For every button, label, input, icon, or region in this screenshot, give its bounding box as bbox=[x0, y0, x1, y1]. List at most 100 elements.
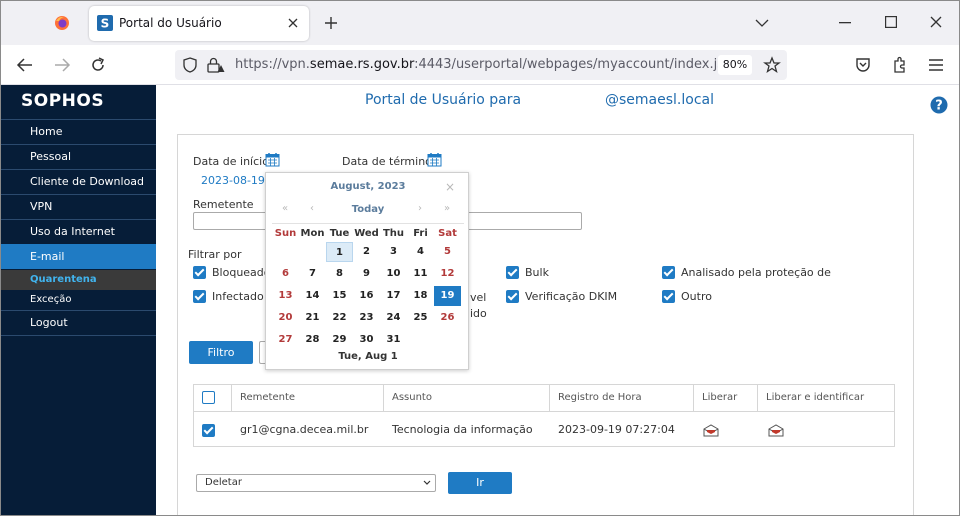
action-select[interactable]: Deletar bbox=[196, 474, 436, 492]
sidebar-subitem-excecao[interactable]: Exceção bbox=[1, 290, 156, 310]
url-prefix: https://vpn. bbox=[235, 57, 310, 72]
calendar-day[interactable]: 14 bbox=[299, 286, 326, 306]
calendar-close-icon[interactable]: × bbox=[445, 180, 455, 194]
forward-arrow-icon[interactable] bbox=[54, 58, 71, 72]
row-sender: gr1@cgna.decea.mil.br bbox=[240, 423, 369, 436]
calendar-day[interactable]: 7 bbox=[299, 264, 326, 284]
calendar-day[interactable]: 13 bbox=[272, 286, 299, 306]
filter-bulk[interactable]: Bulk bbox=[506, 266, 549, 279]
next-year-icon[interactable]: » bbox=[444, 203, 450, 214]
go-button[interactable]: Ir bbox=[448, 472, 512, 494]
release-identify-mail-icon[interactable] bbox=[768, 424, 784, 437]
end-date-calendar-icon[interactable] bbox=[427, 152, 442, 167]
sidebar-item-cliente-download[interactable]: Cliente de Download bbox=[1, 169, 156, 194]
checkbox-infectado[interactable] bbox=[193, 290, 206, 303]
calendar-day[interactable]: 12 bbox=[434, 264, 461, 284]
calendar-day[interactable]: 16 bbox=[353, 286, 380, 306]
lock-warning-icon[interactable] bbox=[207, 57, 225, 73]
shield-icon[interactable] bbox=[183, 57, 197, 73]
help-icon[interactable]: ? bbox=[930, 96, 948, 114]
sidebar-item-pessoal[interactable]: Pessoal bbox=[1, 144, 156, 169]
column-assunto[interactable]: Assunto bbox=[384, 385, 550, 412]
checkbox-dkim[interactable] bbox=[506, 290, 519, 303]
calendar-day[interactable]: 23 bbox=[353, 308, 380, 328]
calendar-day[interactable]: 17 bbox=[380, 286, 407, 306]
reload-icon[interactable] bbox=[90, 57, 106, 73]
filter-button[interactable]: Filtro bbox=[189, 341, 253, 364]
zoom-level[interactable]: 80% bbox=[718, 55, 752, 75]
calendar-day[interactable]: 9 bbox=[353, 264, 380, 284]
url-bar[interactable]: https://vpn.semae.rs.gov.br:4443/userpor… bbox=[175, 50, 787, 80]
calendar-day[interactable]: 19 bbox=[434, 286, 461, 306]
tab-list-chevron-icon[interactable] bbox=[755, 18, 769, 28]
action-select-value: Deletar bbox=[205, 477, 242, 488]
filter-outro[interactable]: Outro bbox=[662, 290, 712, 303]
checkbox-bloqueado[interactable] bbox=[193, 266, 206, 279]
bookmark-star-icon[interactable] bbox=[763, 56, 781, 74]
calendar-day[interactable]: 4 bbox=[407, 242, 434, 262]
close-window-icon[interactable] bbox=[930, 16, 942, 28]
hidden-filter-text-1: vel bbox=[470, 291, 487, 304]
checkbox-bulk[interactable] bbox=[506, 266, 519, 279]
start-date-label: Data de início: bbox=[193, 155, 273, 168]
sidebar-divider bbox=[1, 335, 156, 336]
next-month-icon[interactable]: › bbox=[418, 203, 422, 214]
start-date-value[interactable]: 2023-08-19 bbox=[201, 174, 265, 187]
select-all-checkbox[interactable] bbox=[202, 391, 215, 404]
filter-bloqueado[interactable]: Bloqueado bbox=[193, 266, 271, 279]
firefox-icon[interactable] bbox=[54, 15, 70, 31]
calendar-day[interactable]: 5 bbox=[434, 242, 461, 262]
column-remetente[interactable]: Remetente bbox=[232, 385, 384, 412]
menu-hamburger-icon[interactable] bbox=[929, 59, 943, 71]
calendar-day[interactable]: 11 bbox=[407, 264, 434, 284]
calendar-day[interactable]: 1 bbox=[326, 242, 353, 262]
sophos-logo: SOPHOS bbox=[21, 91, 105, 111]
calendar-day[interactable]: 8 bbox=[326, 264, 353, 284]
sidebar-item-vpn[interactable]: VPN bbox=[1, 194, 156, 219]
sidebar-item-home[interactable]: Home bbox=[1, 119, 156, 144]
calendar-day[interactable]: 15 bbox=[326, 286, 353, 306]
back-arrow-icon[interactable] bbox=[16, 58, 33, 72]
calendar-day[interactable]: 22 bbox=[326, 308, 353, 328]
calendar-day[interactable]: 30 bbox=[353, 330, 380, 350]
weekday-tue: Tue bbox=[329, 228, 350, 239]
calendar-day[interactable]: 3 bbox=[380, 242, 407, 262]
url-text[interactable]: https://vpn.semae.rs.gov.br:4443/userpor… bbox=[235, 57, 743, 72]
row-checkbox[interactable] bbox=[202, 423, 215, 437]
calendar-day[interactable]: 28 bbox=[299, 330, 326, 350]
calendar-day[interactable]: 26 bbox=[434, 308, 461, 328]
filter-analisado[interactable]: Analisado pela proteção de bbox=[662, 266, 831, 279]
calendar-day[interactable]: 25 bbox=[407, 308, 434, 328]
calendar-today-button[interactable]: Today bbox=[266, 204, 470, 215]
checkbox-analisado[interactable] bbox=[662, 266, 675, 279]
sidebar-subitem-quarentena[interactable]: Quarentena bbox=[1, 270, 156, 290]
release-mail-icon[interactable] bbox=[703, 424, 719, 437]
minimize-icon[interactable] bbox=[839, 22, 851, 24]
extensions-puzzle-icon[interactable] bbox=[892, 56, 908, 74]
sidebar-item-uso-internet[interactable]: Uso da Internet bbox=[1, 219, 156, 244]
maximize-icon[interactable] bbox=[885, 16, 898, 29]
calendar-day[interactable]: 18 bbox=[407, 286, 434, 306]
column-liberar-identificar: Liberar e identificar bbox=[766, 392, 865, 403]
sidebar-item-email[interactable]: E-mail bbox=[1, 244, 156, 269]
pocket-icon[interactable] bbox=[855, 57, 871, 73]
calendar-day[interactable]: 27 bbox=[272, 330, 299, 350]
calendar-day[interactable]: 2 bbox=[353, 242, 380, 262]
calendar-day[interactable]: 29 bbox=[326, 330, 353, 350]
column-registro-hora[interactable]: Registro de Hora bbox=[550, 385, 694, 412]
calendar-day[interactable]: 20 bbox=[272, 308, 299, 328]
calendar-day[interactable]: 21 bbox=[299, 308, 326, 328]
calendar-day[interactable]: 10 bbox=[380, 264, 407, 284]
new-tab-icon[interactable] bbox=[324, 16, 338, 30]
filter-label: Analisado pela proteção de bbox=[681, 266, 831, 279]
browser-tab[interactable]: S Portal do Usuário bbox=[89, 6, 309, 41]
filter-dkim[interactable]: Verificação DKIM bbox=[506, 290, 617, 303]
calendar-day[interactable]: 6 bbox=[272, 264, 299, 284]
close-tab-icon[interactable] bbox=[288, 18, 298, 28]
checkbox-outro[interactable] bbox=[662, 290, 675, 303]
sidebar-item-logout[interactable]: Logout bbox=[1, 310, 156, 335]
calendar-day[interactable]: 24 bbox=[380, 308, 407, 328]
start-date-calendar-icon[interactable] bbox=[265, 152, 280, 167]
filter-infectado[interactable]: Infectado bbox=[193, 290, 264, 303]
calendar-day[interactable]: 31 bbox=[380, 330, 407, 350]
